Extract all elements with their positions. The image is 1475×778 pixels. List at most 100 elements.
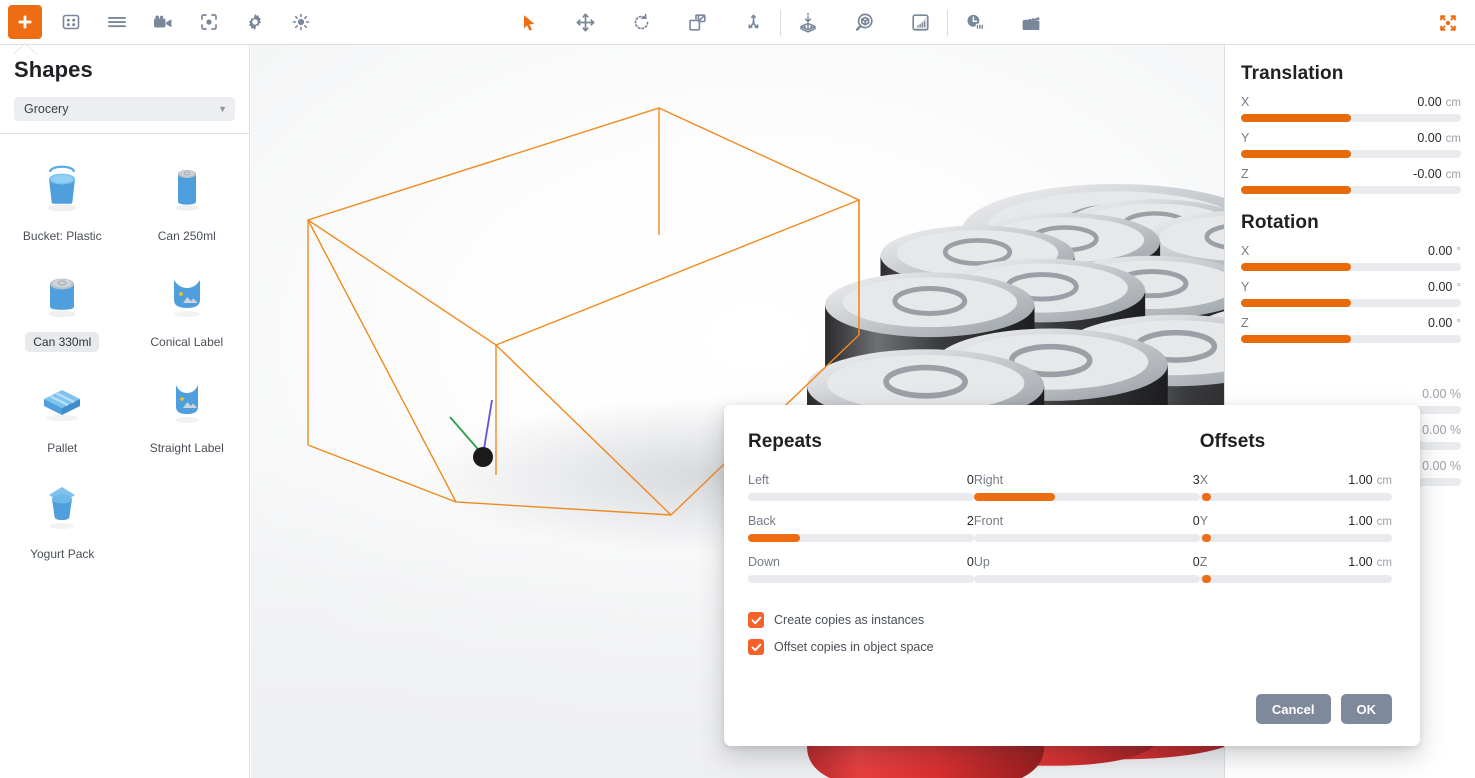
rotation-x-row[interactable]: X 0.00 ° xyxy=(1241,244,1461,271)
repeat-front-slider[interactable] xyxy=(973,534,1200,542)
rotation-y-row[interactable]: Y 0.00 ° xyxy=(1241,280,1461,307)
shape-item-bucket-plastic[interactable]: Bucket: Plastic xyxy=(0,148,125,252)
axis-unit: cm xyxy=(1445,97,1461,109)
add-icon[interactable] xyxy=(8,5,42,39)
offset-z-slider[interactable] xyxy=(1199,575,1392,583)
toolbar-left-group xyxy=(0,5,318,39)
page-title: Shapes xyxy=(14,57,93,82)
repeat-up-slider[interactable] xyxy=(973,575,1200,583)
move-icon[interactable] xyxy=(568,6,602,40)
toolbar-separator xyxy=(780,9,781,36)
translation-x-slider[interactable] xyxy=(1241,114,1461,122)
chevron-down-icon: ▼ xyxy=(218,103,227,114)
menu-icon[interactable] xyxy=(100,5,134,39)
shape-item-yogurt-pack[interactable]: Yogurt Pack xyxy=(0,466,125,570)
translation-y-slider[interactable] xyxy=(1241,150,1461,158)
translation-z-row[interactable]: Z -0.00 cm xyxy=(1241,167,1461,194)
offset-z-label: Z xyxy=(1199,555,1208,569)
repeat-back-row[interactable]: Back 2 xyxy=(748,514,974,542)
offset-z-row[interactable]: Z 1.00 cm xyxy=(1199,555,1392,583)
repeat-right-row[interactable]: Right 3 xyxy=(973,473,1200,501)
repeat-back-slider[interactable] xyxy=(748,534,974,542)
shape-label: Conical Label xyxy=(150,335,224,349)
cursor-select-icon[interactable] xyxy=(512,6,546,40)
cancel-button[interactable]: Cancel xyxy=(1255,694,1331,724)
gear-icon[interactable] xyxy=(238,5,272,39)
axis-value: 0.00 xyxy=(1428,244,1453,258)
repeat-right-value: 3 xyxy=(1192,473,1200,487)
shape-item-conical-label[interactable]: Conical Label xyxy=(125,254,250,358)
axis-label: Y xyxy=(1241,280,1250,294)
rotation-z-row[interactable]: Z 0.00 ° xyxy=(1241,316,1461,343)
light-bulb-icon[interactable] xyxy=(284,5,318,39)
axis-label: Z xyxy=(1241,167,1249,181)
repeat-left-slider[interactable] xyxy=(748,493,974,501)
occluded-value: 0.00 % xyxy=(1422,459,1461,473)
axis-label: Z xyxy=(1241,316,1249,330)
option-label: Create copies as instances xyxy=(774,613,925,627)
shape-item-straight-label[interactable]: Straight Label xyxy=(125,360,250,464)
scale-icon[interactable] xyxy=(680,6,714,40)
axis-label: Y xyxy=(1241,131,1250,145)
repeat-front-label: Front xyxy=(973,514,1004,528)
active-tab-pointer xyxy=(14,44,36,54)
repeat-right-slider[interactable] xyxy=(973,493,1200,501)
offset-y-slider[interactable] xyxy=(1199,534,1392,542)
shape-label: Straight Label xyxy=(149,441,224,455)
repeats-title: Repeats xyxy=(748,431,822,452)
yogurt-pack-icon xyxy=(31,476,93,538)
axis-unit: cm xyxy=(1445,169,1461,181)
repeats-column-left: Repeats Left 0 Back 2 Down 0 xyxy=(748,431,974,596)
repeat-dialog: Repeats Left 0 Back 2 Down 0 Right 3 Fro… xyxy=(724,405,1420,746)
timeline-icon[interactable] xyxy=(958,6,992,40)
repeat-up-row[interactable]: Up 0 xyxy=(973,555,1200,583)
clapperboard-icon[interactable] xyxy=(1014,6,1048,40)
shape-item-can-330ml[interactable]: Can 330ml xyxy=(0,254,125,358)
app-root: Shapes Grocery ▼ Bucket: Plastic Can 250… xyxy=(0,0,1475,778)
rotation-z-slider[interactable] xyxy=(1241,335,1461,343)
repeat-back-value: 2 xyxy=(966,514,974,528)
repeat-down-value: 0 xyxy=(966,555,974,569)
axis-unit: cm xyxy=(1445,133,1461,145)
translation-x-row[interactable]: X 0.00 cm xyxy=(1241,95,1461,122)
occluded-value: 0.00 % xyxy=(1422,423,1461,437)
create-copies-as-instances-option[interactable]: Create copies as instances xyxy=(748,612,1392,628)
offsets-column: Offsets X 1.00 cm Y 1.00 cm Z 1.00 cm xyxy=(1199,431,1392,596)
repeat-down-row[interactable]: Down 0 xyxy=(748,555,974,583)
shape-label: Can 250ml xyxy=(157,229,216,243)
translation-y-row[interactable]: Y 0.00 cm xyxy=(1241,131,1461,158)
bucket-plastic-icon xyxy=(31,158,93,220)
conical-label-icon xyxy=(156,264,218,326)
rotation-y-slider[interactable] xyxy=(1241,299,1461,307)
distribute-icon[interactable] xyxy=(736,6,770,40)
shape-item-can-250ml[interactable]: Can 250ml xyxy=(125,148,250,252)
rotate-icon[interactable] xyxy=(624,6,658,40)
render-quality-icon[interactable] xyxy=(903,6,937,40)
shape-category-dropdown[interactable]: Grocery ▼ xyxy=(14,97,235,121)
offset-copies-in-object-space-option[interactable]: Offset copies in object space xyxy=(748,639,1392,655)
checkbox-checked-icon[interactable] xyxy=(748,639,764,655)
repeat-front-row[interactable]: Front 0 xyxy=(973,514,1200,542)
repeat-down-slider[interactable] xyxy=(748,575,974,583)
offset-x-slider[interactable] xyxy=(1199,493,1392,501)
offset-y-label: Y xyxy=(1199,514,1209,528)
checkbox-checked-icon[interactable] xyxy=(748,612,764,628)
offset-x-row[interactable]: X 1.00 cm xyxy=(1199,473,1392,501)
shape-label: Can 330ml xyxy=(25,332,100,352)
shape-item-pallet[interactable]: Pallet xyxy=(0,360,125,464)
inspect-3d-icon[interactable] xyxy=(847,6,881,40)
translation-z-slider[interactable] xyxy=(1241,186,1461,194)
snapshot-icon[interactable] xyxy=(192,5,226,39)
offset-y-value: 1.00 xyxy=(1348,514,1373,528)
rotation-x-slider[interactable] xyxy=(1241,263,1461,271)
pallet-icon[interactable] xyxy=(791,6,825,40)
camera-video-icon[interactable] xyxy=(146,5,180,39)
repeat-left-row[interactable]: Left 0 xyxy=(748,473,974,501)
grid-icon[interactable] xyxy=(54,5,88,39)
shape-label: Bucket: Plastic xyxy=(22,229,102,243)
fullscreen-expand-icon[interactable] xyxy=(1431,6,1465,40)
repeat-left-value: 0 xyxy=(966,473,974,487)
offset-y-row[interactable]: Y 1.00 cm xyxy=(1199,514,1392,542)
shape-category-value: Grocery xyxy=(24,102,69,116)
ok-button[interactable]: OK xyxy=(1340,694,1392,724)
